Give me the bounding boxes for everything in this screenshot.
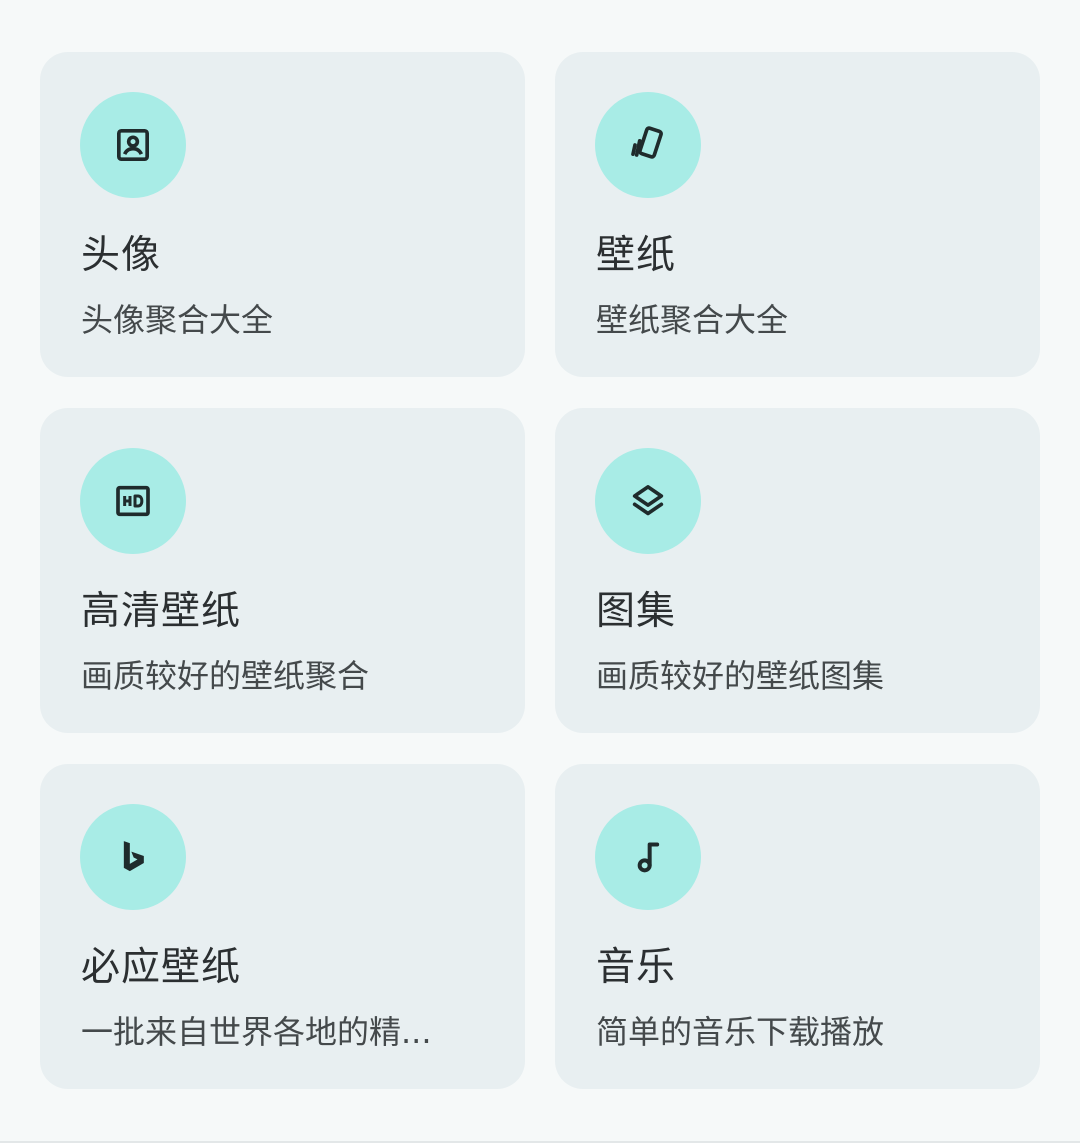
feature-grid: 头像 头像聚合大全 壁纸 壁纸聚合大全 高清壁纸 画质较好的壁纸聚合 图集 画质… bbox=[40, 52, 1040, 1089]
icon-badge bbox=[80, 92, 186, 198]
card-avatar[interactable]: 头像 头像聚合大全 bbox=[40, 52, 525, 377]
icon-badge bbox=[595, 804, 701, 910]
card-subtitle: 简单的音乐下载播放 bbox=[596, 1013, 885, 1051]
card-title: 壁纸 bbox=[596, 233, 677, 278]
icon-badge bbox=[80, 448, 186, 554]
music-note-icon bbox=[637, 842, 660, 873]
card-bing-wallpaper[interactable]: 必应壁纸 一批来自世界各地的精... bbox=[40, 764, 525, 1089]
card-subtitle: 头像聚合大全 bbox=[81, 301, 274, 339]
card-hd-wallpaper[interactable]: 高清壁纸 画质较好的壁纸聚合 bbox=[40, 408, 525, 733]
card-subtitle: 画质较好的壁纸图集 bbox=[596, 657, 885, 695]
icon-badge bbox=[80, 804, 186, 910]
card-wallpaper[interactable]: 壁纸 壁纸聚合大全 bbox=[555, 52, 1040, 377]
card-title: 高清壁纸 bbox=[81, 589, 242, 634]
bing-icon bbox=[123, 841, 144, 872]
icon-badge bbox=[595, 448, 701, 554]
card-music[interactable]: 音乐 简单的音乐下载播放 bbox=[555, 764, 1040, 1089]
hd-icon bbox=[116, 485, 150, 517]
icon-badge bbox=[595, 92, 701, 198]
portrait-icon bbox=[117, 129, 149, 161]
card-title: 图集 bbox=[596, 589, 677, 634]
card-subtitle: 壁纸聚合大全 bbox=[596, 301, 789, 339]
wallpaper-cards-icon bbox=[631, 126, 663, 159]
card-gallery[interactable]: 图集 画质较好的壁纸图集 bbox=[555, 408, 1040, 733]
card-title: 必应壁纸 bbox=[81, 945, 242, 990]
card-title: 头像 bbox=[81, 233, 162, 278]
card-title: 音乐 bbox=[596, 945, 677, 990]
card-subtitle: 画质较好的壁纸聚合 bbox=[81, 657, 370, 695]
layers-icon bbox=[632, 485, 664, 516]
card-subtitle: 一批来自世界各地的精... bbox=[81, 1013, 432, 1051]
